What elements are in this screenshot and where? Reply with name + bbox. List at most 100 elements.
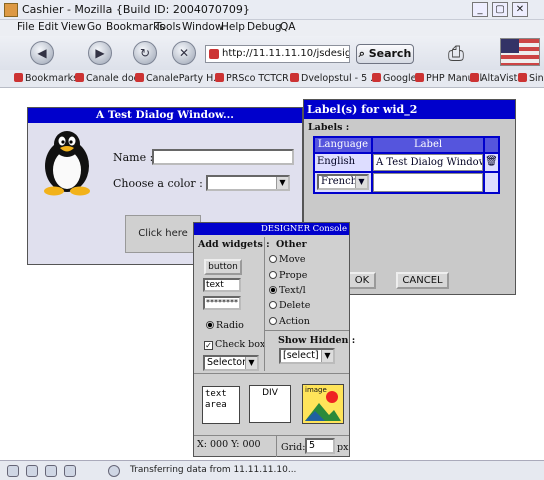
window-titlebar: Cashier - Mozilla {Build ID: 2004070709}… — [0, 0, 544, 20]
search-button[interactable]: ⌕ Search — [356, 44, 414, 64]
site-icon — [209, 49, 219, 59]
bookmark-item[interactable]: AltaVista — [470, 73, 523, 84]
forward-icon[interactable]: ▶ — [88, 41, 112, 65]
bookmark-item[interactable]: Google — [372, 73, 417, 84]
action-delete[interactable]: Delete — [269, 300, 310, 311]
action-move[interactable]: Move — [269, 254, 305, 265]
cancel-button[interactable]: CANCEL — [396, 272, 449, 289]
menu-go[interactable]: Go — [87, 21, 102, 33]
show-hidden-heading: Show Hidden : — [278, 335, 356, 346]
column-header-action — [485, 138, 498, 152]
bookmark-item[interactable]: PRSco TCTCR — [215, 73, 289, 84]
menu-help[interactable]: Help — [221, 21, 245, 33]
search-icon: ⌕ — [358, 47, 369, 60]
mozilla-app-icon — [4, 3, 18, 17]
add-password-widget[interactable]: ******** — [203, 296, 241, 310]
add-checkbox-widget[interactable]: ✓ Check box — [204, 339, 265, 350]
search-label: Search — [368, 47, 412, 60]
action-cell-empty — [485, 173, 498, 192]
add-textarea-widget[interactable]: text area — [202, 386, 240, 424]
chevron-down-icon: ▼ — [276, 177, 288, 189]
tux-penguin-icon — [44, 131, 90, 196]
navigation-toolbar: ◀ ▶ ↻ ✕ http://11.11.11.10/jsdesigne ⌕ S… — [0, 36, 544, 70]
back-icon[interactable]: ◀ — [30, 41, 54, 65]
color-select[interactable]: ▼ — [206, 175, 290, 191]
chevron-down-icon: ▼ — [355, 176, 367, 188]
url-input[interactable]: http://11.11.11.10/jsdesigne — [205, 45, 350, 63]
bookmark-item[interactable]: Sinus ... — [518, 73, 544, 84]
radio-icon — [269, 301, 277, 309]
menu-file[interactable]: File — [17, 21, 35, 33]
menu-window[interactable]: Window — [182, 21, 223, 33]
bookmark-item[interactable]: Canale doc — [75, 73, 139, 84]
console-title[interactable]: DESIGNER Console — [194, 223, 349, 235]
add-image-widget[interactable]: image — [302, 384, 344, 424]
menu-tools[interactable]: Tools — [155, 21, 181, 33]
column-header-label: Label — [373, 138, 483, 152]
grid-size-input[interactable]: 5 — [305, 438, 335, 454]
bookmarks-menu[interactable]: Bookmarks — [14, 73, 78, 84]
chevron-down-icon: ▼ — [245, 357, 257, 369]
composer-icon[interactable] — [45, 465, 57, 477]
chevron-down-icon: ▼ — [321, 350, 333, 362]
throbber-flag-icon — [500, 38, 540, 66]
bookmark-icon — [518, 73, 527, 82]
add-div-widget[interactable]: DIV — [249, 385, 291, 423]
security-icon[interactable] — [108, 465, 120, 477]
name-input[interactable] — [152, 149, 294, 165]
mail-icon[interactable] — [26, 465, 38, 477]
status-text: Transferring data from 11.11.11.10... — [130, 465, 297, 475]
print-icon[interactable]: ⎙ — [443, 40, 469, 66]
name-label: Name : — [113, 151, 154, 164]
action-action[interactable]: Action — [269, 316, 310, 327]
status-bar: Transferring data from 11.11.11.10... — [0, 460, 544, 480]
language-select-row: French ▼ — [315, 173, 371, 192]
action-properties[interactable]: Prope — [269, 270, 307, 281]
bookmark-icon — [470, 73, 479, 82]
column-header-language: Language — [315, 138, 371, 152]
close-button[interactable]: ✕ — [512, 2, 528, 17]
add-selector-widget[interactable]: Selector ▼ — [203, 355, 259, 371]
navigator-icon[interactable] — [7, 465, 19, 477]
menu-qa[interactable]: QA — [280, 21, 295, 33]
labels-heading: Labels : — [308, 122, 350, 133]
bookmark-icon — [215, 73, 224, 82]
bookmark-icon — [135, 73, 144, 82]
language-select[interactable]: French ▼ — [317, 174, 369, 190]
click-here-button[interactable]: Click here — [125, 215, 201, 253]
labels-table: Language Label English A Test Dialog Win… — [313, 136, 500, 194]
ok-button[interactable]: OK — [348, 272, 376, 289]
bookmark-icon — [372, 73, 381, 82]
grid-label: Grid: — [281, 442, 306, 453]
window-title: Cashier - Mozilla {Build ID: 2004070709} — [22, 3, 250, 16]
label-input-french[interactable] — [373, 173, 483, 192]
label-input-english[interactable]: A Test Dialog Window... — [373, 154, 483, 171]
addressbook-icon[interactable] — [64, 465, 76, 477]
menu-view[interactable]: View — [61, 21, 86, 33]
color-label: Choose a color : — [113, 177, 203, 190]
reload-icon[interactable]: ↻ — [133, 41, 157, 65]
console-divider — [194, 373, 349, 374]
radio-icon — [269, 317, 277, 325]
console-divider — [194, 435, 349, 436]
image-label: image — [305, 386, 327, 394]
bookmark-icon — [14, 73, 23, 82]
show-hidden-select[interactable]: [select] ▼ — [279, 348, 335, 364]
maximize-button[interactable]: ▢ — [492, 2, 508, 17]
action-text[interactable]: Text/l — [269, 285, 306, 296]
menu-debug[interactable]: Debug — [247, 21, 282, 33]
test-dialog-title[interactable]: A Test Dialog Window... — [28, 108, 302, 123]
trash-icon[interactable]: 🗑 — [485, 154, 498, 171]
menu-edit[interactable]: Edit — [38, 21, 58, 33]
console-divider — [264, 237, 265, 371]
bookmark-item[interactable]: CanaleParty H... — [135, 73, 222, 84]
bookmark-item[interactable]: Dvelopstul - 5 ... — [290, 73, 379, 84]
add-button-widget[interactable]: button — [204, 259, 242, 275]
add-radio-widget[interactable]: Radio — [206, 320, 244, 331]
minimize-button[interactable]: _ — [472, 2, 488, 17]
label-dialog-title[interactable]: Label(s) for wid_2 — [304, 100, 515, 119]
stop-icon[interactable]: ✕ — [172, 41, 196, 65]
radio-icon — [269, 271, 277, 279]
add-text-widget[interactable]: text — [203, 278, 241, 292]
bookmark-icon — [290, 73, 299, 82]
